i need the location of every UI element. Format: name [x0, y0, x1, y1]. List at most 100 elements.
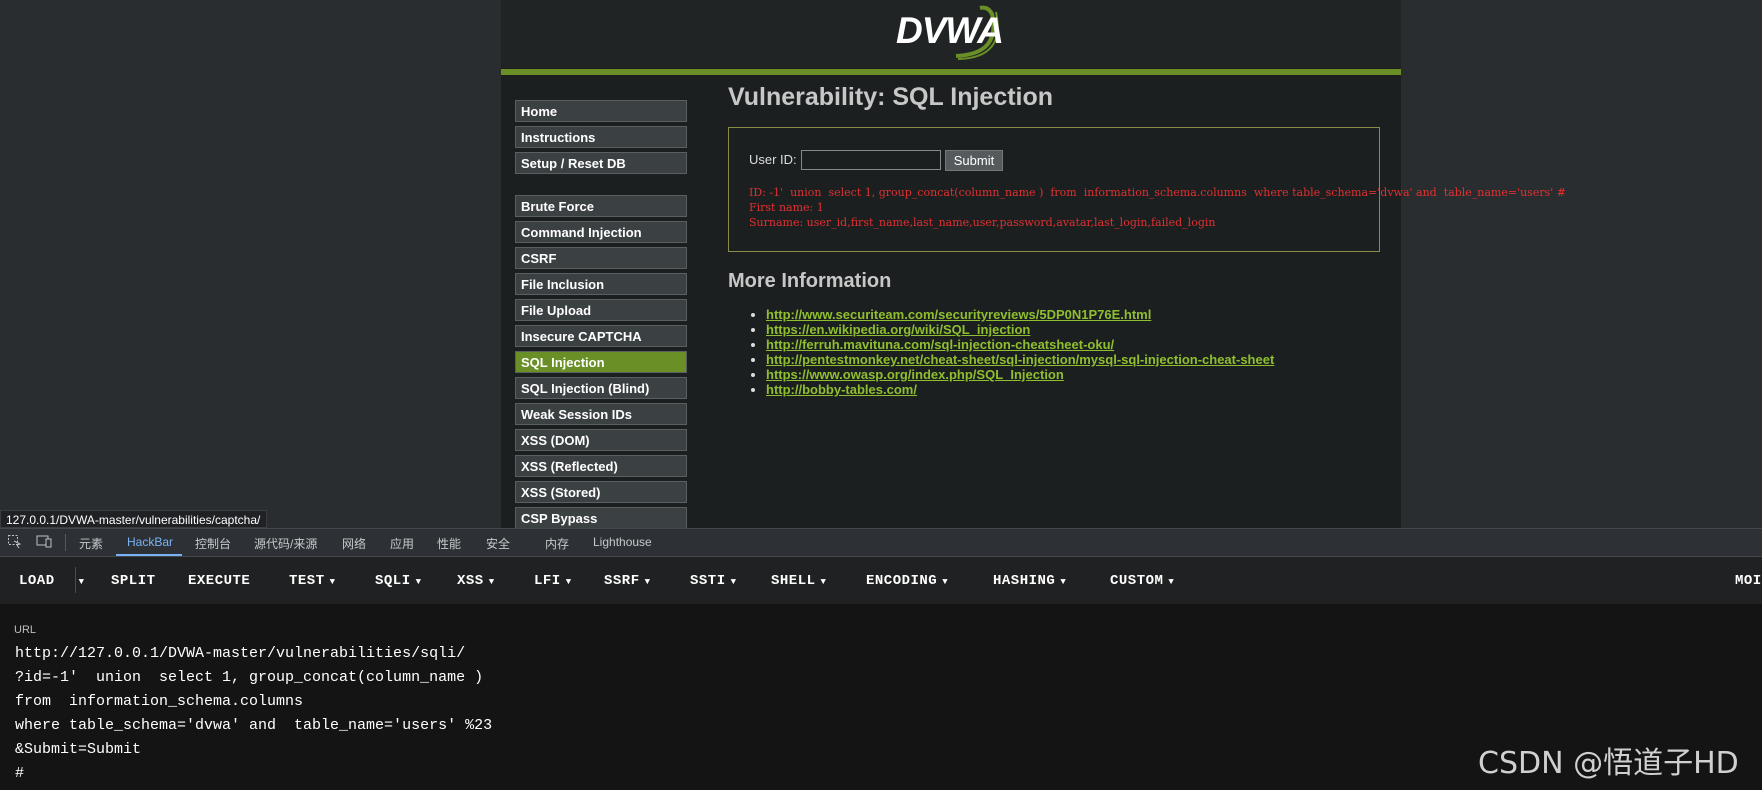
caret-down-icon: ▼ [1168, 577, 1175, 587]
more-info-link[interactable]: https://www.owasp.org/index.php/SQL_Inje… [766, 367, 1064, 382]
sidebar-item-setup-reset-db[interactable]: Setup / Reset DB [515, 152, 687, 174]
tab-devtools-9[interactable]: Lighthouse [593, 535, 652, 549]
tab-devtools-2[interactable]: 控制台 [195, 535, 231, 552]
split-label: SPLIT [111, 573, 156, 589]
result-line: First name: 1 [749, 201, 824, 214]
tab-devtools-6[interactable]: 性能 [437, 535, 461, 552]
load-button[interactable]: LOAD ▼ [19, 573, 85, 589]
sidebar-item-xss-dom[interactable]: XSS (DOM) [515, 429, 687, 451]
sqli-button[interactable]: SQLI ▼ [375, 573, 422, 589]
sidebar-item-home[interactable]: Home [515, 100, 687, 122]
list-item: http://www.securiteam.com/securityreview… [766, 307, 1274, 322]
test-button[interactable]: TEST ▼ [289, 573, 336, 589]
sidebar-item-file-upload[interactable]: File Upload [515, 299, 687, 321]
dvwa-page: DVWA Home Instructions Setup / Reset DB Bru… [501, 0, 1566, 529]
lfi-button[interactable]: LFI ▼ [534, 573, 572, 589]
user-id-input[interactable] [801, 150, 941, 170]
encoding-label: ENCODING [866, 573, 938, 589]
ssti-button[interactable]: SSTI ▼ [690, 573, 737, 589]
ssrf-label: SSRF [604, 573, 640, 589]
sidebar-item-instructions[interactable]: Instructions [515, 126, 687, 148]
lfi-label: LFI [534, 573, 561, 589]
tab-devtools-4[interactable]: 网络 [342, 535, 366, 552]
test-label: TEST [289, 573, 325, 589]
menu-spacer [515, 178, 687, 195]
main-content: Vulnerability: SQL Injection User ID: Su… [728, 83, 1566, 397]
logo-text: DVWA [896, 10, 1004, 51]
tab-devtools-3[interactable]: 源代码/来源 [254, 535, 317, 552]
sidebar-item-xss-reflected[interactable]: XSS (Reflected) [515, 455, 687, 477]
hashing-button[interactable]: HASHING ▼ [993, 573, 1066, 589]
moi-label: MOI [1735, 573, 1762, 589]
encoding-button[interactable]: ENCODING ▼ [866, 573, 948, 589]
url-line: &Submit=Submit [15, 741, 142, 758]
list-item: http://bobby-tables.com/ [766, 382, 1274, 397]
url-line: from information_schema.columns [15, 693, 304, 710]
more-information-title: More Information [728, 270, 892, 292]
sidebar-item-brute-force[interactable]: Brute Force [515, 195, 687, 217]
url-label: URL [14, 624, 37, 636]
tab-devtools-8[interactable]: 内存 [545, 535, 569, 552]
url-line: # [15, 765, 25, 782]
list-item: https://en.wikipedia.org/wiki/SQL_inject… [766, 322, 1274, 337]
tab-devtools-1[interactable]: HackBar [127, 535, 173, 549]
more-info-link[interactable]: http://ferruh.mavituna.com/sql-injection… [766, 337, 1114, 352]
moi-button[interactable]: MOI [1735, 573, 1762, 589]
query-result: ID: -1' union select 1, group_concat(col… [749, 185, 1566, 230]
more-info-link[interactable]: http://www.securiteam.com/securityreview… [766, 307, 1151, 322]
result-line: Surname: user_id,first_name,last_name,us… [749, 216, 1216, 229]
split-button[interactable]: SPLIT [111, 573, 156, 589]
tab-devtools-7[interactable]: 安全 [486, 535, 510, 552]
sidebar-item-sql-injection[interactable]: SQL Injection [515, 351, 687, 373]
inspect-element-icon[interactable] [7, 534, 23, 550]
url-line: where table_schema='dvwa' and table_name… [15, 717, 493, 734]
caret-down-icon: ▼ [942, 577, 949, 587]
sidebar-item-command-injection[interactable]: Command Injection [515, 221, 687, 243]
sidebar-item-insecure-captcha[interactable]: Insecure CAPTCHA [515, 325, 687, 347]
more-info-link[interactable]: http://bobby-tables.com/ [766, 382, 917, 397]
sidebar-item-csp-bypass[interactable]: CSP Bypass [515, 507, 687, 529]
sidebar-item-csrf[interactable]: CSRF [515, 247, 687, 269]
execute-label: EXECUTE [188, 573, 251, 589]
shell-label: SHELL [771, 573, 816, 589]
custom-button[interactable]: CUSTOM ▼ [1110, 573, 1174, 589]
url-textarea[interactable]: http://127.0.0.1/DVWA-master/vulnerabili… [15, 642, 492, 786]
watermark: CSDN @悟道子HD [1478, 746, 1739, 781]
sidebar-item-xss-stored[interactable]: XSS (Stored) [515, 481, 687, 503]
result-line: ID: -1' union select 1, group_concat(col… [749, 186, 1566, 199]
caret-down-icon: ▼ [820, 577, 827, 587]
hashing-label: HASHING [993, 573, 1056, 589]
sidebar-menu: Home Instructions Setup / Reset DB Brute Fo… [515, 100, 687, 533]
user-id-label: User ID: [749, 152, 797, 167]
tab-devtools-5[interactable]: 应用 [390, 535, 414, 552]
list-item: http://pentestmonkey.net/cheat-sheet/sql… [766, 352, 1274, 367]
more-info-link[interactable]: http://pentestmonkey.net/cheat-sheet/sql… [766, 352, 1274, 367]
device-toolbar-icon[interactable] [36, 534, 52, 550]
list-item: https://www.owasp.org/index.php/SQL_Inje… [766, 367, 1274, 382]
more-info-link[interactable]: https://en.wikipedia.org/wiki/SQL_inject… [766, 322, 1030, 337]
caret-down-icon: ▼ [488, 577, 495, 587]
dvwa-header: DVWA [501, 0, 1401, 68]
vulnerable-code-area: User ID: Submit ID: -1' union select 1, … [728, 127, 1566, 252]
page-title: Vulnerability: SQL Injection [728, 83, 1054, 111]
tab-devtools-0[interactable]: 元素 [79, 535, 103, 552]
ssrf-button[interactable]: SSRF ▼ [604, 573, 651, 589]
caret-down-icon: ▼ [78, 577, 85, 587]
caret-down-icon: ▼ [329, 577, 336, 587]
ssti-label: SSTI [690, 573, 726, 589]
devtools-tab-bar: 元素 HackBar 控制台 源代码/来源 网络 应用 性能 安全 内存 Lighthouse [0, 528, 1762, 557]
hackbar-toolbar: LOAD ▼ SPLIT EXECUTE TEST ▼ SQLI ▼ XSS ▼ LFI ▼ SSRF ▼… [0, 557, 1762, 604]
submit-button[interactable]: Submit [945, 150, 1003, 171]
tab-separator [65, 534, 66, 551]
xss-button[interactable]: XSS ▼ [457, 573, 495, 589]
header-divider [501, 69, 1401, 75]
caret-down-icon: ▼ [1060, 577, 1067, 587]
sidebar-item-sql-injection-blind[interactable]: SQL Injection (Blind) [515, 377, 687, 399]
sidebar-item-weak-session-ids[interactable]: Weak Session IDs [515, 403, 687, 425]
shell-button[interactable]: SHELL ▼ [771, 573, 826, 589]
caret-down-icon: ▼ [565, 577, 572, 587]
caret-down-icon: ▼ [730, 577, 737, 587]
sidebar-item-file-inclusion[interactable]: File Inclusion [515, 273, 687, 295]
execute-button[interactable]: EXECUTE [188, 573, 250, 589]
caret-down-icon: ▼ [644, 577, 651, 587]
